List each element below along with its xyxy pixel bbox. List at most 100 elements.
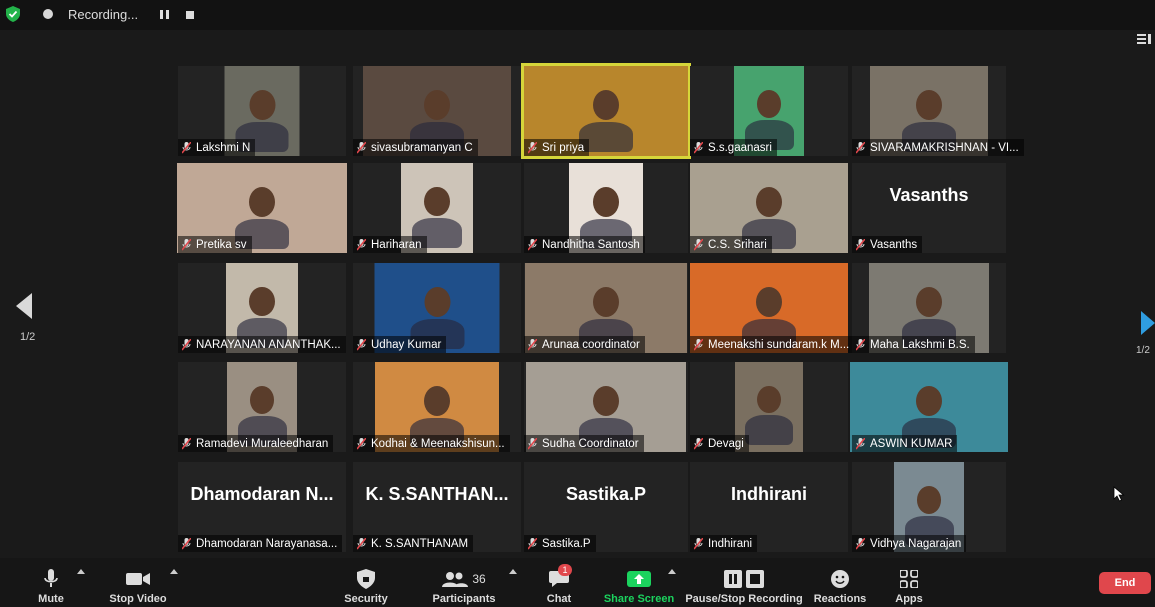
apps-button[interactable]: Apps	[890, 558, 928, 607]
security-button[interactable]: Security	[340, 558, 392, 607]
previous-page-arrow-icon[interactable]	[16, 293, 32, 319]
participant-tile[interactable]: Hariharan	[353, 163, 521, 253]
participant-nameplate: Arunaa coordinator	[524, 336, 645, 353]
participant-nameplate: ASWIN KUMAR	[852, 435, 958, 452]
participant-tile[interactable]: Vidhya Nagarajan	[852, 462, 1006, 552]
participant-tile[interactable]: Sri priya	[521, 63, 691, 159]
participant-nameplate: Ramadevi Muraleedharan	[178, 435, 334, 452]
stop-video-button[interactable]: Stop Video	[103, 558, 173, 607]
audio-options-caret-icon[interactable]	[77, 569, 85, 574]
participant-display-name: Vasanths	[889, 185, 969, 205]
participant-name: ASWIN KUMAR	[870, 437, 953, 450]
participant-tile[interactable]: NARAYANAN ANANTHAK...	[178, 263, 346, 353]
participant-tile[interactable]: Maha Lakshmi B.S.	[852, 263, 1006, 353]
participant-tile[interactable]: Vasanths Vasanths	[852, 163, 1006, 253]
chat-button[interactable]: 1 Chat	[542, 558, 576, 607]
participant-tile[interactable]: Nandhitha Santosh	[524, 163, 688, 253]
muted-microphone-icon	[357, 437, 366, 450]
muted-microphone-icon	[856, 537, 865, 550]
participant-silhouette-head	[593, 287, 619, 317]
participant-silhouette-head	[756, 187, 782, 217]
participant-silhouette-head	[424, 287, 450, 317]
participant-name: Lakshmi N	[196, 141, 251, 154]
video-options-caret-icon[interactable]	[170, 569, 178, 574]
participant-nameplate: Hariharan	[353, 236, 427, 253]
participant-silhouette-head	[757, 386, 781, 414]
muted-microphone-icon	[182, 437, 191, 450]
apps-icon	[900, 570, 918, 588]
participant-tile[interactable]: Kodhai & Meenakshisun...	[353, 362, 521, 452]
participants-count: 36	[472, 572, 486, 586]
participant-tile[interactable]: SIVARAMAKRISHNAN - VI...	[852, 66, 1024, 156]
muted-microphone-icon	[694, 141, 703, 154]
next-page-arrow-icon[interactable]	[1141, 311, 1155, 335]
participant-tile[interactable]: sivasubramanyan C	[353, 66, 521, 156]
participant-silhouette-body	[745, 415, 793, 446]
pause-recording-icon[interactable]	[160, 10, 169, 19]
pause-stop-icon	[724, 570, 764, 588]
mouse-cursor-icon	[1113, 486, 1125, 502]
participant-nameplate: Maha Lakshmi B.S.	[852, 336, 975, 353]
participant-silhouette-head	[249, 287, 275, 316]
participant-name: C.S. Srihari	[708, 238, 767, 251]
share-screen-button[interactable]: Share Screen	[604, 558, 674, 607]
participant-nameplate: Sri priya	[524, 139, 590, 156]
participant-tile[interactable]: Sastika.P Sastika.P	[524, 462, 688, 552]
participant-tile[interactable]: Indhirani Indhirani	[690, 462, 848, 552]
reactions-smiley-icon	[831, 570, 849, 588]
participant-tile[interactable]: C.S. Srihari	[690, 163, 848, 253]
participants-button[interactable]: 36 Participants	[430, 558, 498, 607]
share-screen-icon	[627, 571, 651, 587]
participant-tile[interactable]: Udhay Kumar	[353, 263, 521, 353]
participant-tile[interactable]: Ramadevi Muraleedharan	[178, 362, 346, 452]
participant-display-name: Sastika.P	[565, 484, 647, 504]
muted-microphone-icon	[694, 338, 703, 351]
muted-microphone-icon	[528, 141, 537, 154]
participant-name: NARAYANAN ANANTHAK...	[196, 338, 341, 351]
muted-microphone-icon	[694, 537, 703, 550]
participant-nameplate: Vidhya Nagarajan	[852, 535, 967, 552]
participants-options-caret-icon[interactable]	[509, 569, 517, 574]
chat-label: Chat	[546, 593, 572, 605]
muted-microphone-icon	[694, 238, 703, 251]
chat-unread-badge: 1	[558, 564, 572, 576]
participant-tile[interactable]: Lakshmi N	[178, 66, 346, 156]
participant-tile[interactable]: Pretika sv	[177, 163, 347, 253]
muted-microphone-icon	[694, 437, 703, 450]
recording-dot-icon	[43, 9, 53, 19]
participant-name: Arunaa coordinator	[542, 338, 640, 351]
security-label: Security	[344, 593, 388, 605]
stop-recording-icon[interactable]	[186, 11, 194, 19]
pause-stop-recording-button[interactable]: Pause/Stop Recording	[685, 558, 803, 607]
muted-microphone-icon	[182, 238, 191, 251]
end-meeting-button[interactable]: End	[1099, 572, 1151, 594]
participant-nameplate: Vasanths	[852, 236, 923, 253]
participant-tile[interactable]: ASWIN KUMAR	[850, 362, 1008, 452]
participant-tile[interactable]: Devagi	[690, 362, 848, 452]
participant-tile[interactable]: Dhamodaran N... Dhamodaran Narayanasa...	[178, 462, 346, 552]
participant-nameplate: Indhirani	[690, 535, 758, 552]
participant-tile[interactable]: Arunaa coordinator	[524, 263, 688, 353]
muted-microphone-icon	[182, 338, 191, 351]
participant-nameplate: Sudha Coordinator	[524, 435, 644, 452]
muted-microphone-icon	[856, 238, 865, 251]
participant-display-name: Dhamodaran N...	[190, 484, 334, 504]
muted-microphone-icon	[856, 338, 865, 351]
participant-tile[interactable]: Sudha Coordinator	[524, 362, 688, 452]
participant-tile[interactable]: S.s.gaanasri	[690, 66, 848, 156]
mute-button[interactable]: Mute	[28, 558, 74, 607]
muted-microphone-icon	[182, 141, 191, 154]
participant-nameplate: C.S. Srihari	[690, 236, 772, 253]
participant-name: Sudha Coordinator	[542, 437, 639, 450]
share-options-caret-icon[interactable]	[668, 569, 676, 574]
muted-microphone-icon	[856, 437, 865, 450]
reactions-label: Reactions	[813, 593, 867, 605]
participant-silhouette-head	[756, 90, 782, 119]
participant-name: Meenakshi sundaram.k M...	[708, 338, 850, 351]
participant-tile[interactable]: Meenakshi sundaram.k M...	[690, 263, 855, 353]
participant-silhouette-head	[916, 287, 942, 317]
shield-check-icon[interactable]	[6, 6, 20, 22]
reactions-button[interactable]: Reactions	[812, 558, 868, 607]
participant-tile[interactable]: K. S.SANTHAN... K. S.SANTHANAM	[353, 462, 521, 552]
muted-microphone-icon	[357, 141, 366, 154]
